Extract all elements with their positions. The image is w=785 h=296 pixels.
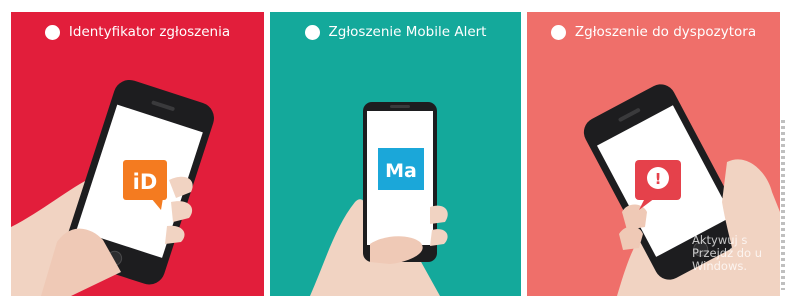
windows-activation-watermark: Aktywuj s Przejdź do u Windows. bbox=[692, 234, 762, 273]
svg-text:iD: iD bbox=[133, 170, 158, 194]
hand-holding-phone-illustration: iD bbox=[11, 79, 214, 296]
side-divider-strip bbox=[781, 120, 785, 290]
svg-text:Ma: Ma bbox=[385, 160, 417, 182]
panel-mobile-alert: Zgłoszenie Mobile Alert Ma bbox=[270, 12, 521, 296]
hand-holding-phone-illustration: Ma bbox=[310, 102, 448, 296]
svg-text:!: ! bbox=[655, 170, 662, 188]
panel-identyfikator: Identyfikator zgłoszenia iD bbox=[11, 12, 264, 296]
watermark-line: Windows. bbox=[692, 259, 747, 273]
ma-square-icon: Ma bbox=[378, 148, 424, 190]
